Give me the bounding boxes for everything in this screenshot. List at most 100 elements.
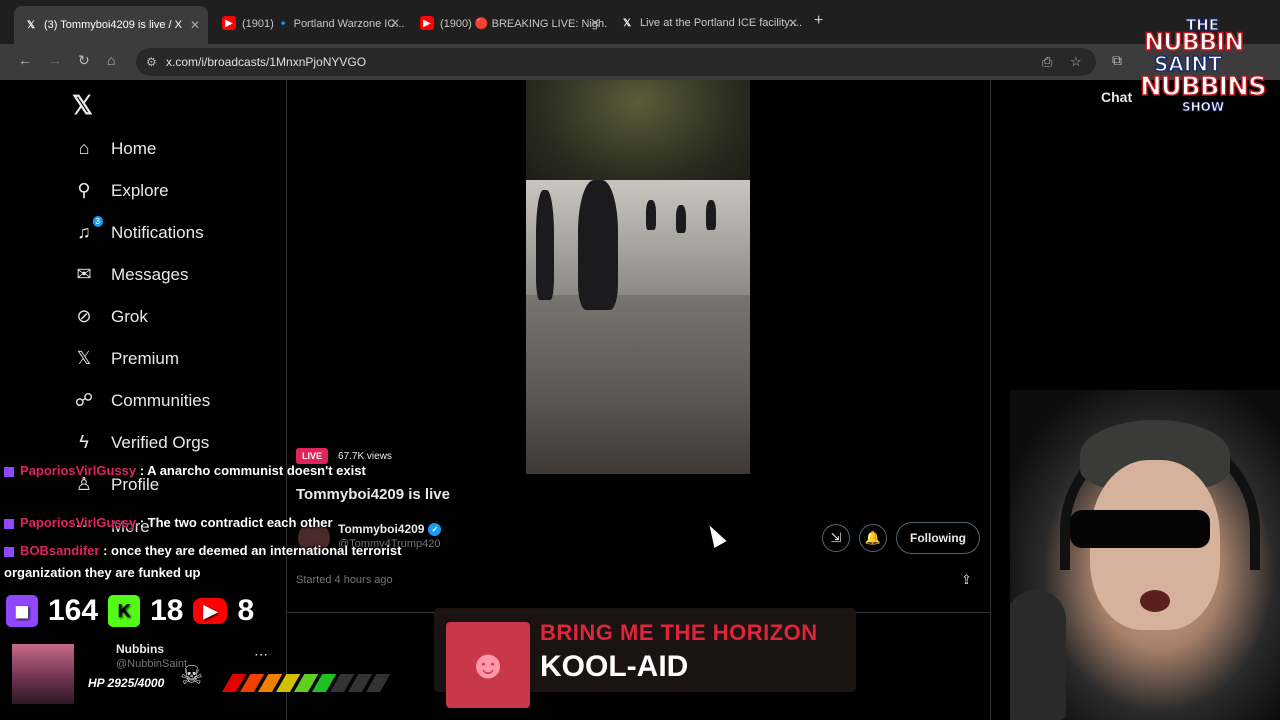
chat-message: PaporiosVirlGussy : A anarcho communist … bbox=[4, 460, 404, 482]
lightning-icon: ϟ bbox=[79, 432, 89, 452]
hp-readout: HP 2925/4000 bbox=[88, 676, 165, 690]
twitch-icon bbox=[4, 546, 14, 557]
logo-text: NUBBINS bbox=[1139, 71, 1267, 103]
install-icon[interactable]: ⎙ bbox=[1042, 54, 1052, 70]
video-person bbox=[676, 205, 686, 233]
sidebar-item-premium[interactable]: 𝕏 Premium bbox=[73, 348, 179, 369]
sidebar-item-explore[interactable]: ⚲ Explore bbox=[73, 180, 169, 201]
share-icon[interactable]: ⇪ bbox=[961, 572, 972, 588]
notification-badge: 3 bbox=[92, 216, 103, 227]
forward-icon[interactable]: → bbox=[48, 52, 62, 68]
sidebar-item-label: Verified Orgs bbox=[111, 432, 210, 452]
tab-youtube-2[interactable]: ▶ (1900) 🔴 BREAKING LIVE: Nigh... ✕ bbox=[410, 8, 608, 38]
sidebar-item-label: Explore bbox=[111, 180, 169, 200]
sidebar-item-verified-orgs[interactable]: ϟ Verified Orgs bbox=[73, 432, 209, 453]
tab-youtube-1[interactable]: ▶ (1901) 🔹 Portland Warzone IC... ✕ bbox=[212, 8, 408, 38]
mail-icon: ✉ bbox=[76, 264, 92, 284]
youtube-icon: ▶ bbox=[222, 16, 236, 30]
video-person bbox=[536, 190, 554, 300]
x-logo-icon[interactable]: 𝕏 bbox=[72, 90, 93, 121]
following-button[interactable]: Following bbox=[896, 522, 980, 554]
sidebar-item-messages[interactable]: ✉ Messages bbox=[73, 264, 188, 285]
dock-icon: ⇲ bbox=[830, 530, 842, 545]
new-tab-icon[interactable]: + bbox=[814, 12, 823, 30]
kick-icon: K bbox=[108, 595, 141, 627]
x-logo-icon: 𝕏 bbox=[76, 348, 92, 368]
stream-chat-overlay: PaporiosVirlGussy : A anarcho communist … bbox=[0, 460, 420, 600]
webcam-mouth bbox=[1140, 590, 1170, 612]
url-text: x.com/i/broadcasts/1MnxnPjoNYVGO bbox=[166, 55, 367, 69]
site-settings-icon[interactable]: ⚙ bbox=[146, 55, 157, 69]
broadcast-video-player[interactable] bbox=[526, 80, 750, 474]
account-handle[interactable]: @NubbinSaint bbox=[116, 658, 187, 670]
sidebar-item-label: Grok bbox=[111, 306, 148, 326]
sidebar-item-communities[interactable]: ☍ Communities bbox=[73, 390, 210, 411]
home-icon[interactable]: ⌂ bbox=[107, 52, 115, 68]
sidebar-item-label: Home bbox=[111, 138, 157, 158]
dock-button[interactable]: ⇲ bbox=[822, 524, 850, 552]
youtube-icon: ▶ bbox=[420, 16, 434, 30]
bookmark-star-icon[interactable]: ☆ bbox=[1070, 54, 1082, 70]
sidebar-item-notifications[interactable]: ♫ 3 Notifications bbox=[73, 216, 204, 243]
sidebar-item-label: Notifications bbox=[111, 222, 204, 242]
tab-x-portland[interactable]: 𝕏 Live at the Portland ICE facility:... … bbox=[610, 8, 806, 38]
bell-plus-icon: 🔔 bbox=[864, 530, 882, 545]
back-icon[interactable]: ← bbox=[18, 52, 32, 68]
kick-viewers: 18 bbox=[150, 594, 184, 627]
twitch-icon: ◼ bbox=[6, 595, 38, 627]
bell-icon: ♫ 3 bbox=[73, 216, 103, 243]
chat-message: PaporiosVirlGussy : The two contradict e… bbox=[4, 512, 404, 534]
account-thumbnail bbox=[12, 644, 74, 704]
show-logo: THE NUBBIN SAINT NUBBINS SHOW bbox=[1128, 12, 1274, 120]
song-title: KOOL-AID bbox=[540, 650, 689, 683]
sidebar-item-home[interactable]: ⌂ Home bbox=[73, 138, 157, 159]
address-bar[interactable]: ⚙ x.com/i/broadcasts/1MnxnPjoNYVGO ⎙ ☆ bbox=[136, 48, 1096, 76]
close-icon[interactable]: ✕ bbox=[788, 16, 798, 30]
reload-icon[interactable]: ↻ bbox=[78, 52, 90, 69]
verified-badge-icon: ✓ bbox=[428, 522, 442, 536]
skull-icon: ☠ bbox=[180, 660, 204, 690]
twitch-icon bbox=[4, 518, 14, 529]
column-divider bbox=[990, 80, 991, 720]
browser-toolbar: ← → ↻ ⌂ ⚙ x.com/i/broadcasts/1MnxnPjoNYV… bbox=[0, 44, 1280, 80]
chat-username: PaporiosVirlGussy bbox=[20, 515, 137, 530]
account-name[interactable]: Nubbins bbox=[116, 642, 164, 656]
close-icon[interactable]: ✕ bbox=[190, 18, 200, 32]
twitch-icon bbox=[4, 466, 14, 477]
webcam-sunglasses bbox=[1070, 510, 1210, 548]
close-icon[interactable]: ✕ bbox=[590, 16, 600, 30]
video-person bbox=[706, 200, 716, 230]
more-options-icon[interactable]: ⋯ bbox=[254, 646, 268, 663]
chat-username: PaporiosVirlGussy bbox=[20, 463, 137, 478]
extensions-icon[interactable]: ⧉ bbox=[1112, 52, 1122, 69]
tab-title: Live at the Portland ICE facility:... bbox=[640, 17, 803, 29]
x-logo-icon: 𝕏 bbox=[26, 19, 36, 31]
now-playing-widget: ☻ BRING ME THE HORIZON KOOL-AID bbox=[434, 608, 856, 708]
tab-title: (1901) 🔹 Portland Warzone IC... bbox=[242, 17, 405, 30]
viewer-stats: ◼ 164 K 18 ▶ 8 bbox=[6, 594, 254, 628]
sidebar-item-grok[interactable]: ⊘ Grok bbox=[73, 306, 148, 327]
hp-bar bbox=[220, 674, 413, 696]
sidebar-item-label: Messages bbox=[111, 264, 189, 284]
tab-title: (3) Tommyboi4209 is live / X bbox=[44, 19, 182, 31]
people-icon: ☍ bbox=[74, 390, 94, 410]
x-logo-icon: 𝕏 bbox=[622, 17, 632, 29]
home-icon: ⌂ bbox=[78, 138, 90, 158]
search-icon: ⚲ bbox=[77, 180, 91, 200]
sidebar-item-label: Communities bbox=[111, 390, 211, 410]
tab-x-live[interactable]: 𝕏 (3) Tommyboi4209 is live / X ✕ bbox=[14, 6, 208, 44]
browser-tab-bar: 𝕏 (3) Tommyboi4209 is live / X ✕ ▶ (1901… bbox=[0, 0, 1280, 44]
notify-button[interactable]: 🔔 bbox=[859, 524, 887, 552]
column-divider bbox=[286, 80, 287, 720]
streamer-webcam bbox=[1010, 390, 1280, 720]
video-scene-street bbox=[526, 295, 750, 474]
video-scene-trees bbox=[526, 80, 750, 190]
chat-message: BOBsandifer : once they are deemed an in… bbox=[4, 540, 404, 584]
sidebar-item-label: Premium bbox=[111, 348, 180, 368]
close-icon[interactable]: ✕ bbox=[390, 16, 400, 30]
video-person bbox=[578, 180, 618, 310]
youtube-viewers: 8 bbox=[237, 594, 255, 627]
video-person bbox=[646, 200, 656, 230]
chat-username: BOBsandifer bbox=[20, 543, 100, 558]
mouse-cursor-icon bbox=[703, 521, 727, 549]
